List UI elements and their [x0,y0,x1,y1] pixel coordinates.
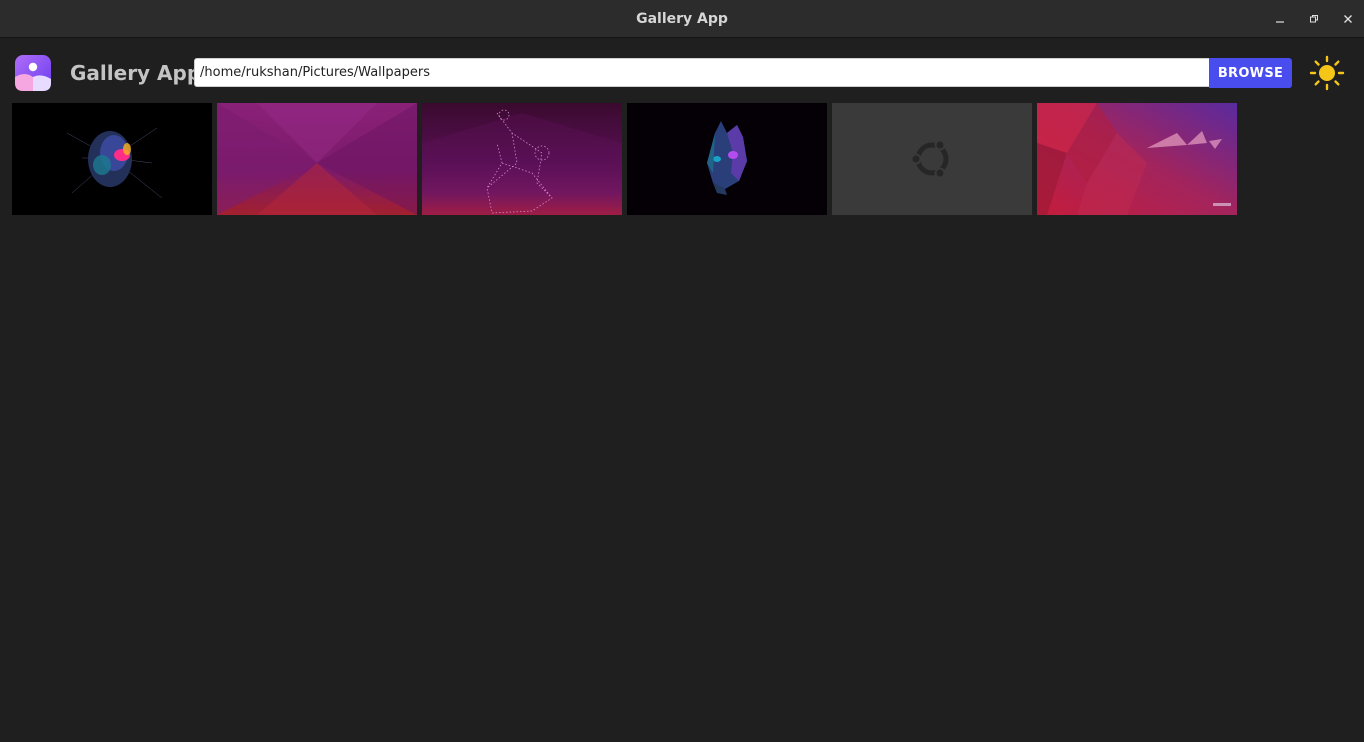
app-name: Gallery App [70,61,202,85]
thumbnail-3[interactable] [422,103,622,215]
thumbnail-5[interactable] [832,103,1032,215]
folder-path-input[interactable] [194,58,1210,87]
maximize-icon[interactable] [1304,9,1324,29]
close-icon[interactable] [1338,9,1358,29]
window-titlebar: Gallery App [0,0,1364,38]
thumbnail-6[interactable] [1037,103,1237,215]
sun-icon[interactable] [1309,55,1345,91]
window-title: Gallery App [636,11,728,27]
minimize-icon[interactable] [1270,9,1290,29]
browse-button[interactable]: BROWSE [1209,58,1292,88]
app-header: Gallery App BROWSE [0,38,1364,102]
thumbnail-1[interactable] [12,103,212,215]
gallery-logo-icon [15,55,51,91]
thumbnail-4[interactable] [627,103,827,215]
thumbnail-2[interactable] [217,103,417,215]
image-gallery [12,103,1252,215]
